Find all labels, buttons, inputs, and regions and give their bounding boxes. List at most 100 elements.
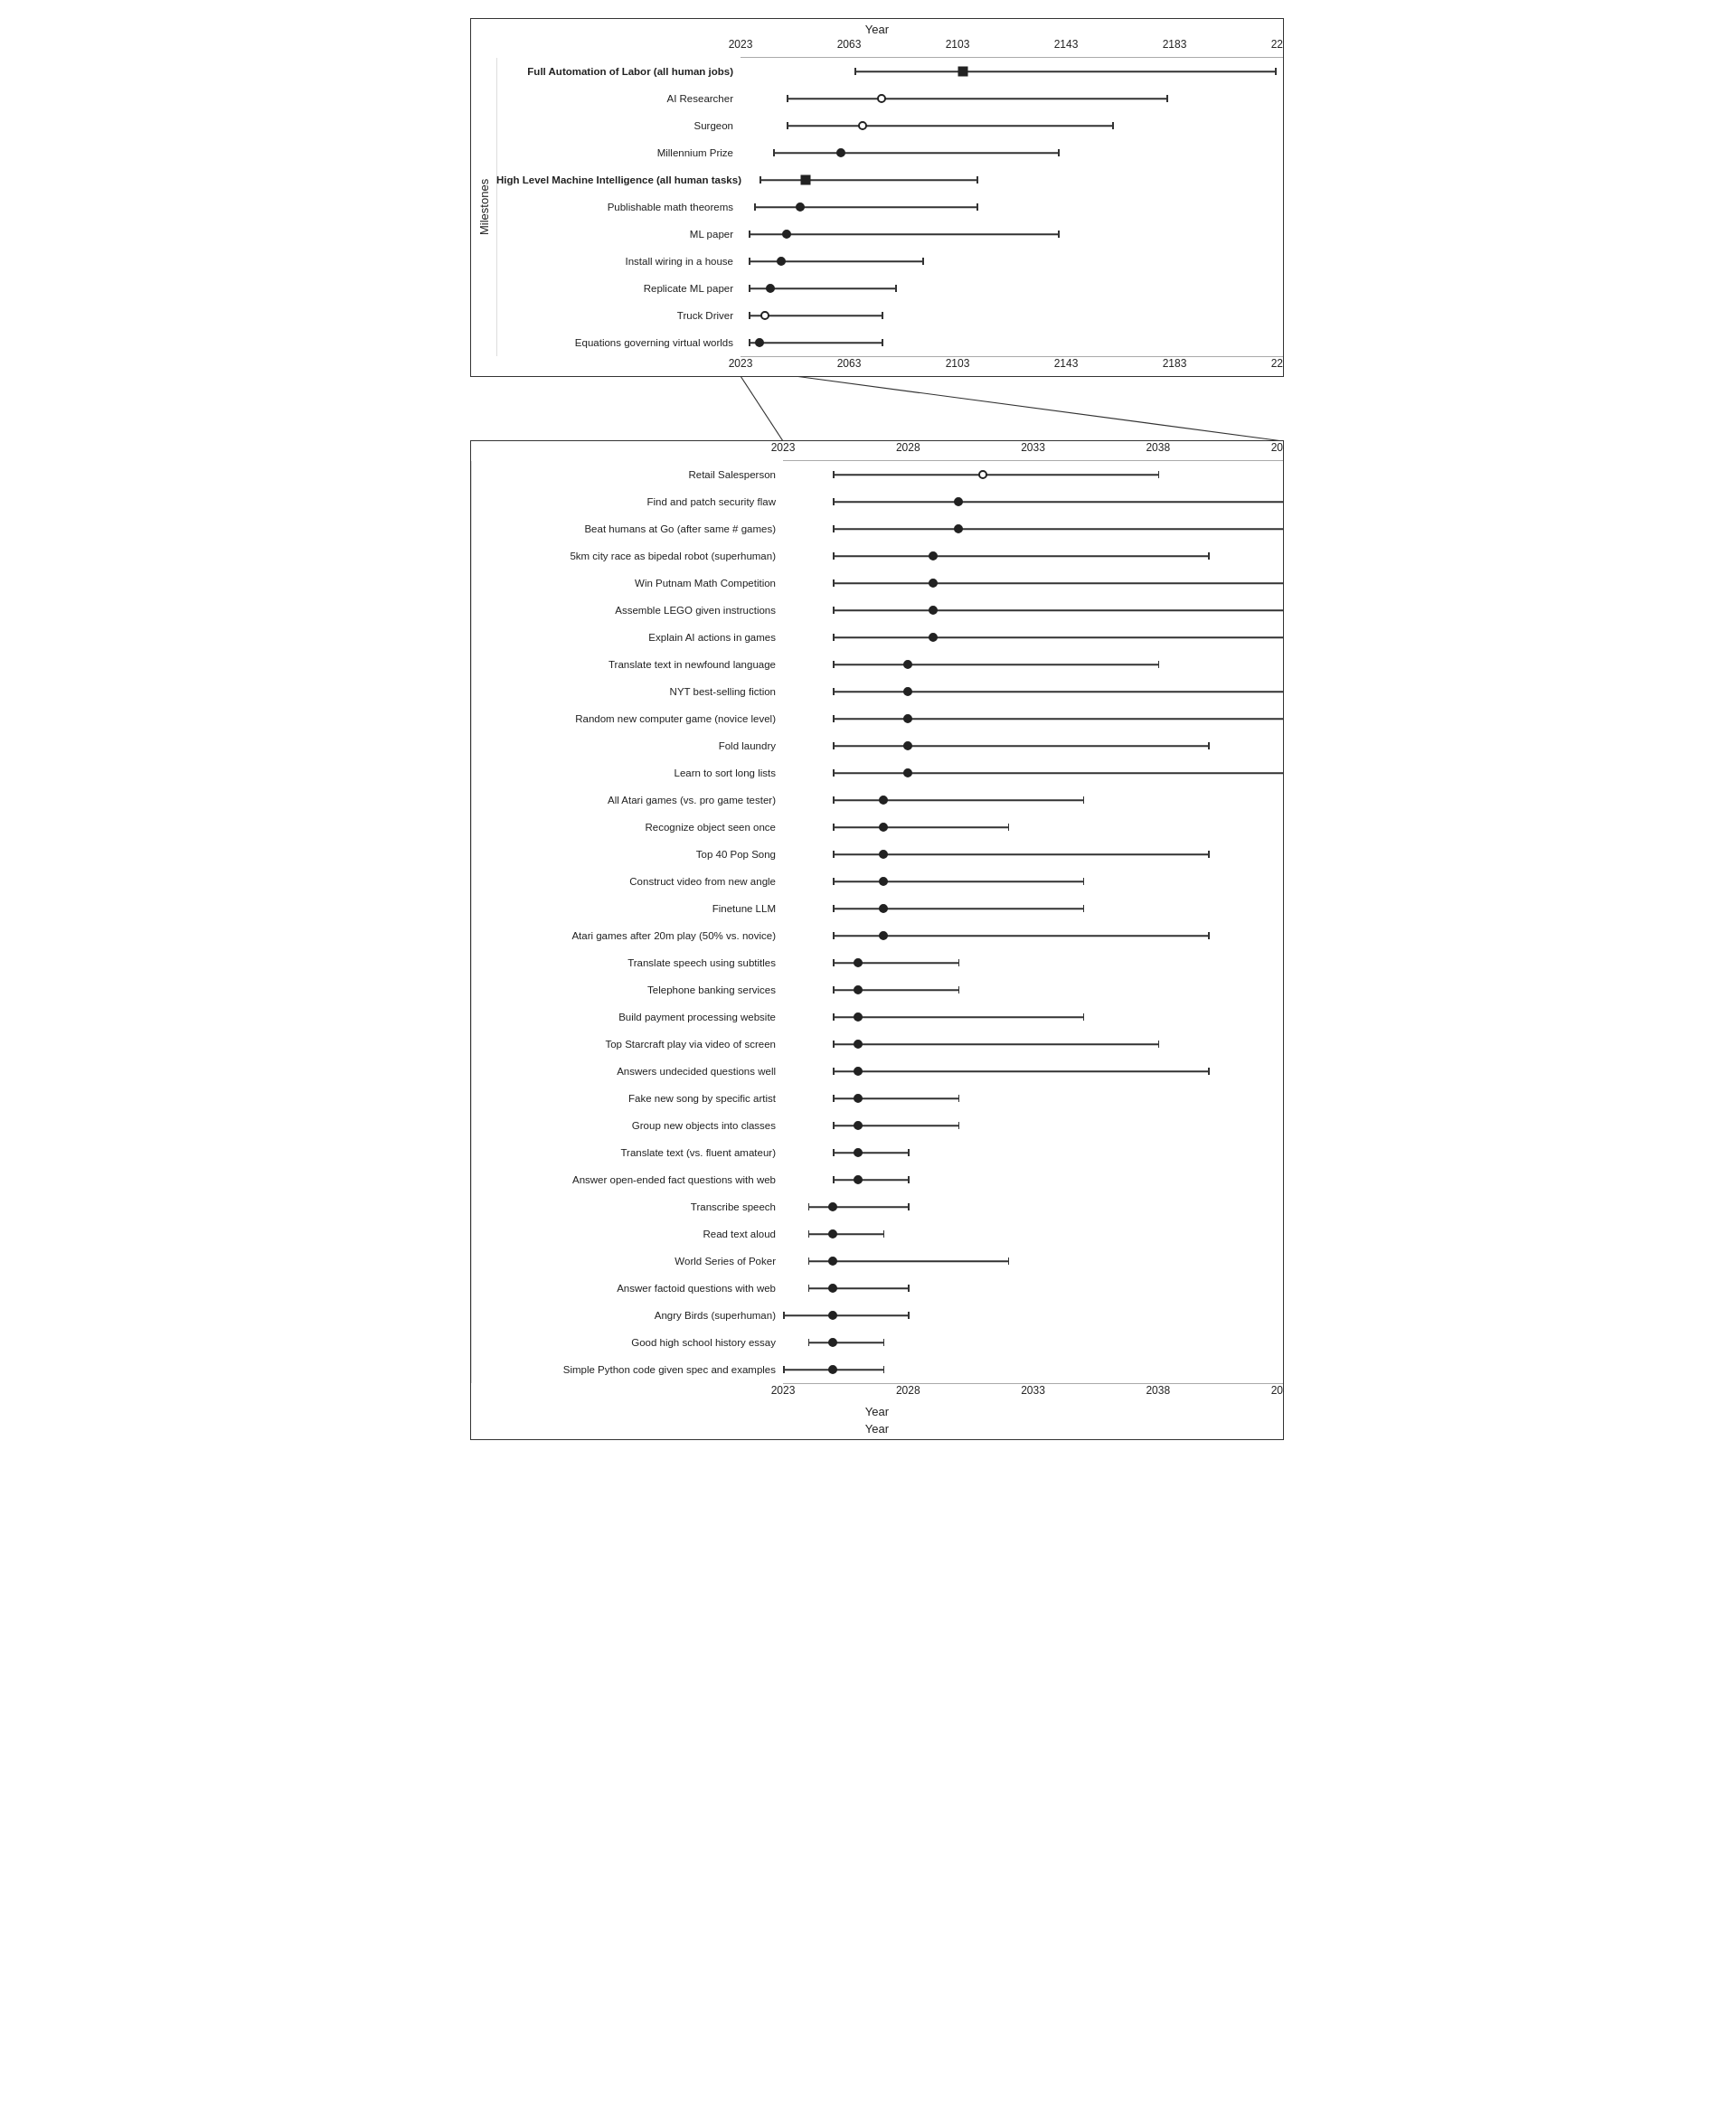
- cap-left-14: [833, 851, 835, 858]
- cap-left-33: [783, 1366, 785, 1373]
- cap-left-18: [833, 959, 835, 966]
- dot-1: [877, 94, 886, 103]
- whisker-7: [749, 260, 922, 262]
- cap-right-17: [1208, 932, 1210, 939]
- whisker-28: [808, 1233, 883, 1235]
- cap-left-20: [833, 1013, 835, 1021]
- x-tick-top-2: 2033: [1021, 441, 1045, 454]
- row-label-29: World Series of Poker: [471, 1256, 783, 1267]
- dot-9: [760, 311, 769, 320]
- whisker-13: [833, 826, 1008, 828]
- row-plot-22: [783, 1058, 1283, 1085]
- row-label-5: Assemble LEGO given instructions: [471, 605, 783, 616]
- row-label-23: Fake new song by specific artist: [471, 1093, 783, 1104]
- row-label-10: Equations governing virtual worlds: [496, 337, 741, 348]
- row-label-2: Surgeon: [496, 120, 741, 131]
- cap-left-32: [808, 1339, 810, 1346]
- dot-24: [854, 1121, 863, 1130]
- cap-left-29: [808, 1257, 810, 1265]
- row-item: High Level Machine Intelligence (all hum…: [496, 166, 1283, 193]
- row-plot-21: [783, 1031, 1283, 1058]
- cap-right-2: [1112, 122, 1114, 129]
- x-tick-top-4: 2043: [1271, 441, 1284, 454]
- row-plot-33: [783, 1356, 1283, 1383]
- row-item: Explain AI actions in games: [471, 624, 1283, 651]
- dot-2: [858, 121, 867, 130]
- row-plot-16: [783, 895, 1283, 922]
- whisker-10: [833, 745, 1208, 747]
- row-item: Top 40 Pop Song: [471, 841, 1283, 868]
- x-tick-bottom-1: 2063: [837, 357, 862, 370]
- cap-left-7: [749, 258, 750, 265]
- row-item: Fold laundry: [471, 732, 1283, 759]
- cap-right-0: [1275, 68, 1277, 75]
- whisker-21: [833, 1043, 1157, 1045]
- cap-right-29: [1008, 1257, 1010, 1265]
- row-label-28: Read text aloud: [471, 1229, 783, 1239]
- dot-5: [796, 202, 805, 212]
- row-plot-12: [783, 786, 1283, 814]
- cap-right-8: [1283, 688, 1284, 695]
- cap-left-0: [833, 471, 835, 478]
- row-plot-1: [741, 85, 1283, 112]
- cap-left-16: [833, 905, 835, 912]
- cap-right-2: [1283, 525, 1284, 532]
- cap-left-6: [749, 231, 750, 238]
- cap-left-24: [833, 1122, 835, 1129]
- whisker-8: [833, 691, 1283, 692]
- top-plot-area: 202320632103214321832223Full Automation …: [496, 38, 1283, 376]
- x-tick-bottom-0: 2023: [771, 1384, 796, 1397]
- whisker-25: [833, 1152, 908, 1154]
- cap-right-3: [1058, 149, 1060, 156]
- row-plot-6: [741, 221, 1283, 248]
- row-plot-18: [783, 949, 1283, 976]
- row-item: Publishable math theorems: [496, 193, 1283, 221]
- cap-right-7: [922, 258, 924, 265]
- row-item: NYT best-selling fiction: [471, 678, 1283, 705]
- row-item: Assemble LEGO given instructions: [471, 597, 1283, 624]
- row-plot-5: [741, 193, 1283, 221]
- cap-right-20: [1083, 1013, 1085, 1021]
- row-item: Surgeon: [496, 112, 1283, 139]
- row-plot-20: [783, 1003, 1283, 1031]
- row-plot-31: [783, 1302, 1283, 1329]
- cap-right-9: [1283, 715, 1284, 722]
- row-item: Retail Salesperson: [471, 461, 1283, 488]
- cap-left-9: [833, 715, 835, 722]
- row-item: Answer factoid questions with web: [471, 1275, 1283, 1302]
- row-item: Finetune LLM: [471, 895, 1283, 922]
- dot-29: [828, 1257, 837, 1266]
- dot-17: [879, 931, 888, 940]
- row-label-4: High Level Machine Intelligence (all hum…: [496, 174, 741, 185]
- dot-6: [929, 633, 938, 642]
- row-plot-8: [783, 678, 1283, 705]
- dot-23: [854, 1094, 863, 1103]
- whisker-26: [833, 1179, 908, 1181]
- x-tick-top-3: 2143: [1054, 38, 1079, 51]
- whisker-7: [833, 664, 1157, 665]
- cap-right-26: [908, 1176, 910, 1183]
- x-tick-top-1: 2028: [896, 441, 920, 454]
- dot-8: [766, 284, 775, 293]
- x-tick-bottom-3: 2143: [1054, 357, 1079, 370]
- row-item: Transcribe speech: [471, 1193, 1283, 1220]
- cap-right-4: [1283, 579, 1284, 587]
- row-item: Telephone banking services: [471, 976, 1283, 1003]
- cap-right-15: [1083, 878, 1085, 885]
- row-item: 5km city race as bipedal robot (superhum…: [471, 542, 1283, 570]
- row-plot-10: [741, 329, 1283, 356]
- row-label-30: Answer factoid questions with web: [471, 1283, 783, 1294]
- row-item: Recognize object seen once: [471, 814, 1283, 841]
- x-tick-bottom-4: 2043: [1271, 1384, 1284, 1397]
- whisker-17: [833, 935, 1208, 937]
- cap-right-30: [908, 1285, 910, 1292]
- cap-right-0: [1158, 471, 1160, 478]
- cap-right-12: [1083, 796, 1085, 804]
- row-plot-24: [783, 1112, 1283, 1139]
- row-label-8: Replicate ML paper: [496, 283, 741, 294]
- row-plot-10: [783, 732, 1283, 759]
- top-axis-title: Year: [471, 19, 1283, 38]
- row-item: Simple Python code given spec and exampl…: [471, 1356, 1283, 1383]
- cap-left-31: [783, 1312, 785, 1319]
- cap-right-13: [1008, 824, 1010, 831]
